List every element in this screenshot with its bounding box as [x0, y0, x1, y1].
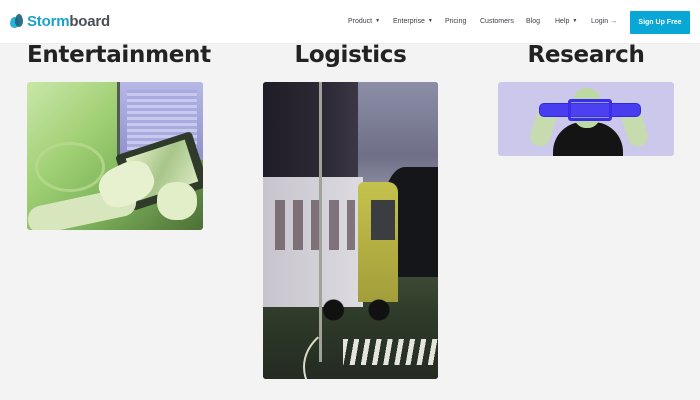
caret-down-icon: ▼: [427, 18, 433, 25]
arrow-right-icon: →: [610, 18, 618, 25]
entertainment-image[interactable]: [27, 82, 203, 230]
logo-wordmark-part2: board: [69, 13, 111, 30]
nav-item-customers[interactable]: Customers: [480, 18, 514, 25]
logo-wordmark-part1: Storm: [27, 13, 70, 30]
logo-wordmark: Stormboard: [27, 13, 110, 30]
section-title-research: Research: [527, 42, 645, 68]
nav-item-label: Help: [555, 18, 570, 25]
login-label: Login: [591, 18, 609, 25]
caret-down-icon: ▼: [572, 18, 578, 25]
nav-item-blog[interactable]: Blog: [526, 18, 540, 25]
caret-down-icon: ▼: [375, 18, 381, 25]
nav-item-label: Enterprise: [393, 18, 425, 25]
login-link[interactable]: Login →: [591, 18, 617, 25]
nav-item-help[interactable]: Help ▼: [555, 18, 577, 25]
logo-mark-icon: [10, 14, 23, 29]
nav-item-label: Pricing: [445, 18, 467, 25]
stormboard-logo[interactable]: Stormboard: [10, 13, 110, 30]
research-image[interactable]: [498, 82, 674, 156]
logistics-image[interactable]: [263, 82, 438, 379]
sign-up-button[interactable]: Sign Up Free: [630, 11, 690, 34]
section-title-logistics: Logistics: [294, 42, 407, 68]
nav-item-label: Customers: [480, 18, 514, 25]
nav-item-enterprise[interactable]: Enterprise ▼: [393, 18, 433, 25]
nav-item-product[interactable]: Product ▼: [348, 18, 380, 25]
nav-item-label: Product: [348, 18, 373, 25]
site-header: Stormboard Product ▼ Enterprise ▼ Pricing …: [0, 0, 700, 44]
section-title-entertainment: Entertainment: [27, 42, 211, 68]
nav-item-label: Blog: [526, 18, 541, 25]
nav-item-pricing[interactable]: Pricing: [445, 18, 466, 25]
